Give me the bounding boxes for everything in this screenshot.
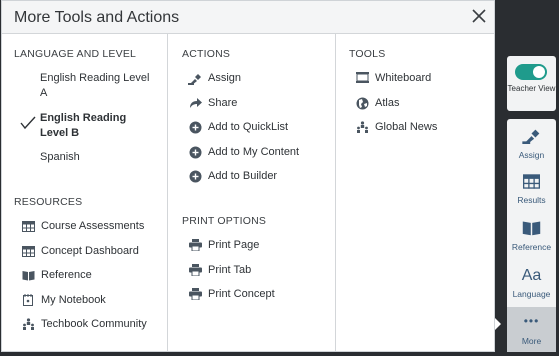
close-button[interactable] bbox=[468, 5, 490, 27]
tool-global-news[interactable]: Global News bbox=[355, 120, 437, 134]
resource-label: Techbook Community bbox=[41, 318, 147, 330]
resource-label: Concept Dashboard bbox=[41, 245, 139, 257]
tool-whiteboard[interactable]: Whiteboard bbox=[355, 71, 431, 85]
table-icon bbox=[523, 174, 540, 189]
table-icon bbox=[21, 219, 35, 233]
action-add-quicklist[interactable]: Add to QuickList bbox=[188, 120, 288, 134]
print-concept[interactable]: Print Concept bbox=[188, 287, 275, 301]
toolbar-label: Results bbox=[517, 195, 546, 205]
assign-icon bbox=[522, 129, 540, 144]
resource-course-assessments[interactable]: Course Assessments bbox=[21, 219, 144, 233]
action-add-builder[interactable]: Add to Builder bbox=[188, 169, 277, 183]
toolbar-assign-button[interactable]: Assign bbox=[507, 121, 556, 167]
printer-icon bbox=[188, 287, 202, 301]
action-add-my-content[interactable]: Add to My Content bbox=[188, 145, 299, 159]
toolbar-buttons: Assign Results Reference Aa Language •••… bbox=[507, 119, 556, 352]
plus-circle-icon bbox=[188, 145, 202, 159]
action-label: Add to Builder bbox=[208, 170, 278, 182]
column-language-resources: LANGUAGE AND LEVEL English Reading Level… bbox=[2, 34, 168, 351]
tool-label: Global News bbox=[375, 121, 438, 133]
plus-circle-icon bbox=[188, 120, 202, 134]
printer-icon bbox=[188, 263, 202, 277]
teacher-view-toggle[interactable] bbox=[515, 64, 547, 80]
print-label: Print Page bbox=[208, 239, 260, 251]
column-actions-print: ACTIONS Assign Share Add to QuickList Ad… bbox=[168, 34, 336, 351]
community-icon bbox=[21, 317, 35, 331]
checkmark-icon bbox=[20, 116, 36, 130]
notebook-icon bbox=[21, 293, 35, 307]
toolbar-label: More bbox=[521, 336, 542, 346]
assign-icon bbox=[188, 71, 202, 85]
tool-atlas[interactable]: Atlas bbox=[355, 96, 399, 110]
language-item-english-a[interactable]: English Reading Level A bbox=[40, 71, 152, 101]
resources-heading: RESOURCES bbox=[14, 196, 83, 208]
whiteboard-icon bbox=[355, 71, 369, 85]
action-label: Add to My Content bbox=[208, 146, 300, 158]
resource-label: Course Assessments bbox=[41, 220, 145, 232]
print-page[interactable]: Print Page bbox=[188, 238, 259, 252]
resource-label: My Notebook bbox=[41, 294, 106, 306]
action-share[interactable]: Share bbox=[188, 96, 237, 110]
panel-title: More Tools and Actions bbox=[14, 9, 180, 26]
print-options-heading: PRINT OPTIONS bbox=[182, 215, 267, 227]
toolbar-label: Reference bbox=[511, 242, 552, 252]
toolbar-language-button[interactable]: Aa Language bbox=[507, 261, 556, 307]
toolbar-more-button[interactable]: ••• More bbox=[507, 307, 556, 352]
resource-concept-dashboard[interactable]: Concept Dashboard bbox=[21, 244, 139, 258]
table-icon bbox=[21, 244, 35, 258]
print-label: Print Tab bbox=[208, 264, 252, 276]
teacher-view-label: Teacher View bbox=[507, 84, 556, 93]
news-icon bbox=[355, 120, 369, 134]
more-tools-panel: More Tools and Actions LANGUAGE AND LEVE… bbox=[1, 0, 495, 352]
right-toolbar: Teacher View Assign Results Reference Aa… bbox=[507, 56, 556, 352]
resource-reference[interactable]: Reference bbox=[21, 268, 92, 282]
toolbar-label: Assign bbox=[518, 150, 545, 160]
share-icon bbox=[188, 96, 202, 110]
actions-heading: ACTIONS bbox=[182, 48, 231, 60]
resource-techbook-community[interactable]: Techbook Community bbox=[21, 317, 147, 331]
language-icon: Aa bbox=[521, 267, 542, 284]
panel-pointer bbox=[495, 318, 501, 330]
tool-label: Whiteboard bbox=[375, 72, 432, 84]
printer-icon bbox=[188, 238, 202, 252]
language-item-spanish[interactable]: Spanish bbox=[40, 150, 152, 165]
toolbar-reference-button[interactable]: Reference bbox=[507, 214, 556, 260]
action-label: Add to QuickList bbox=[208, 121, 289, 133]
language-heading: LANGUAGE AND LEVEL bbox=[14, 48, 137, 60]
toolbar-results-button[interactable]: Results bbox=[507, 168, 556, 214]
book-icon bbox=[522, 221, 541, 236]
print-label: Print Concept bbox=[208, 288, 275, 300]
teacher-view-toggle-group: Teacher View bbox=[507, 56, 556, 111]
more-icon: ••• bbox=[523, 314, 540, 328]
print-tab[interactable]: Print Tab bbox=[188, 263, 251, 277]
book-icon bbox=[21, 268, 35, 282]
globe-icon bbox=[355, 96, 369, 110]
action-label: Share bbox=[208, 97, 238, 109]
column-tools: TOOLS Whiteboard Atlas Global News bbox=[336, 34, 494, 351]
close-icon bbox=[472, 9, 486, 23]
tools-heading: TOOLS bbox=[349, 48, 386, 60]
toggle-knob bbox=[533, 66, 545, 78]
tool-label: Atlas bbox=[375, 97, 400, 109]
toolbar-label: Language bbox=[512, 289, 551, 299]
panel-header: More Tools and Actions bbox=[2, 1, 494, 34]
action-assign[interactable]: Assign bbox=[188, 71, 241, 85]
action-label: Assign bbox=[208, 72, 242, 84]
resource-label: Reference bbox=[41, 269, 92, 281]
plus-circle-icon bbox=[188, 169, 202, 183]
resource-my-notebook[interactable]: My Notebook bbox=[21, 293, 106, 307]
language-item-english-b[interactable]: English Reading Level B bbox=[40, 111, 152, 141]
